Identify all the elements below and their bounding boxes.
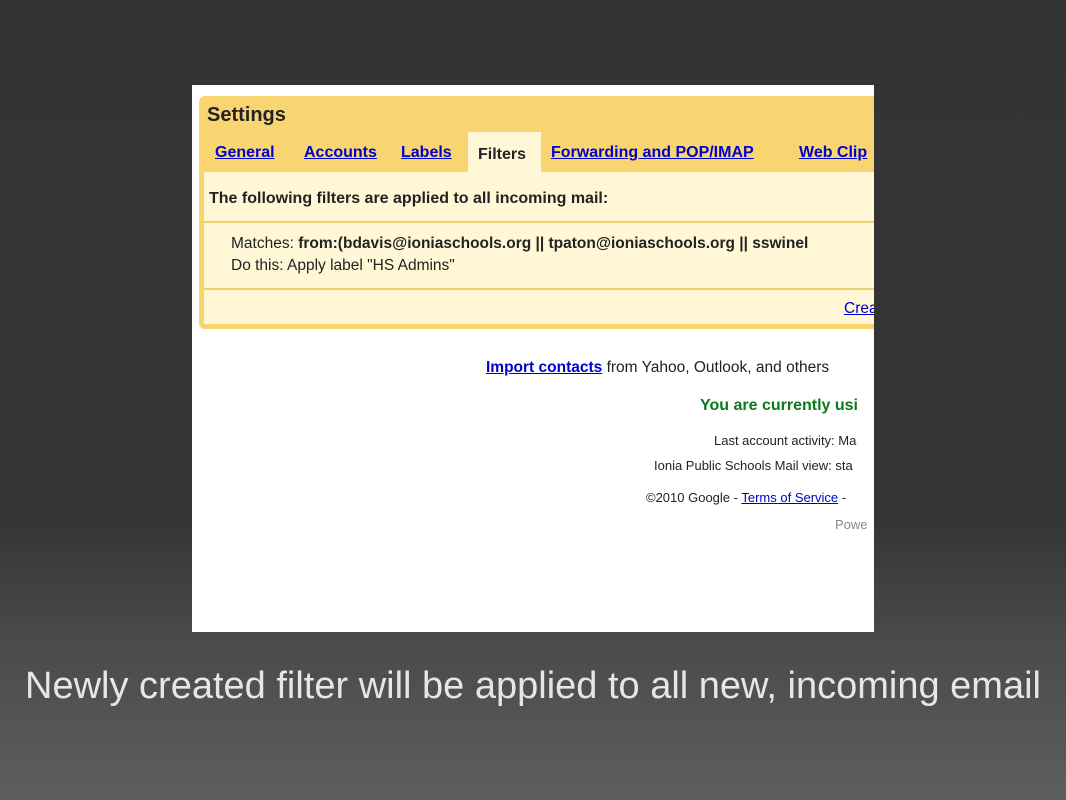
import-contacts-line: Import contacts from Yahoo, Outlook, and… <box>486 359 829 377</box>
slide-caption: Newly created filter will be applied to … <box>25 665 1041 707</box>
tab-web-clip[interactable]: Web Clip <box>799 144 867 162</box>
create-filter-link[interactable]: Crea <box>844 300 874 318</box>
filters-heading: The following filters are applied to all… <box>209 190 609 207</box>
tab-accounts[interactable]: Accounts <box>304 144 377 162</box>
divider <box>204 288 874 290</box>
divider <box>204 221 874 223</box>
filter-action: Do this: Apply label "HS Admins" <box>231 257 455 274</box>
copyright-suffix: - <box>838 490 847 505</box>
settings-panel: Settings General Accounts Labels Filters… <box>199 96 874 329</box>
tab-labels[interactable]: Labels <box>401 144 452 162</box>
filters-content: The following filters are applied to all… <box>204 172 874 324</box>
filter-matches: Matches: from:(bdavis@ioniaschools.org |… <box>231 235 808 253</box>
copyright-line: ©2010 Google - Terms of Service - <box>646 490 846 505</box>
copyright-text: ©2010 Google - <box>646 490 742 505</box>
tab-filters[interactable]: Filters <box>468 132 541 172</box>
mail-view-line: Ionia Public Schools Mail view: sta <box>654 458 853 473</box>
powered-by-text: Powe <box>835 517 868 532</box>
tab-general[interactable]: General <box>215 144 275 162</box>
last-account-activity: Last account activity: Ma <box>714 433 857 448</box>
import-contacts-link[interactable]: Import contacts <box>486 359 602 376</box>
import-contacts-text: from Yahoo, Outlook, and others <box>602 359 830 376</box>
settings-tabs: General Accounts Labels Filters Forwardi… <box>199 132 874 172</box>
filter-matches-label: Matches: <box>231 235 299 252</box>
filter-matches-value: from:(bdavis@ioniaschools.org || tpaton@… <box>298 235 809 252</box>
screenshot-frame: Settings General Accounts Labels Filters… <box>192 85 874 632</box>
terms-of-service-link[interactable]: Terms of Service <box>741 490 838 505</box>
tab-forwarding-pop-imap[interactable]: Forwarding and POP/IMAP <box>551 144 754 162</box>
settings-title: Settings <box>207 104 286 126</box>
current-view-status: You are currently usi <box>700 397 858 414</box>
